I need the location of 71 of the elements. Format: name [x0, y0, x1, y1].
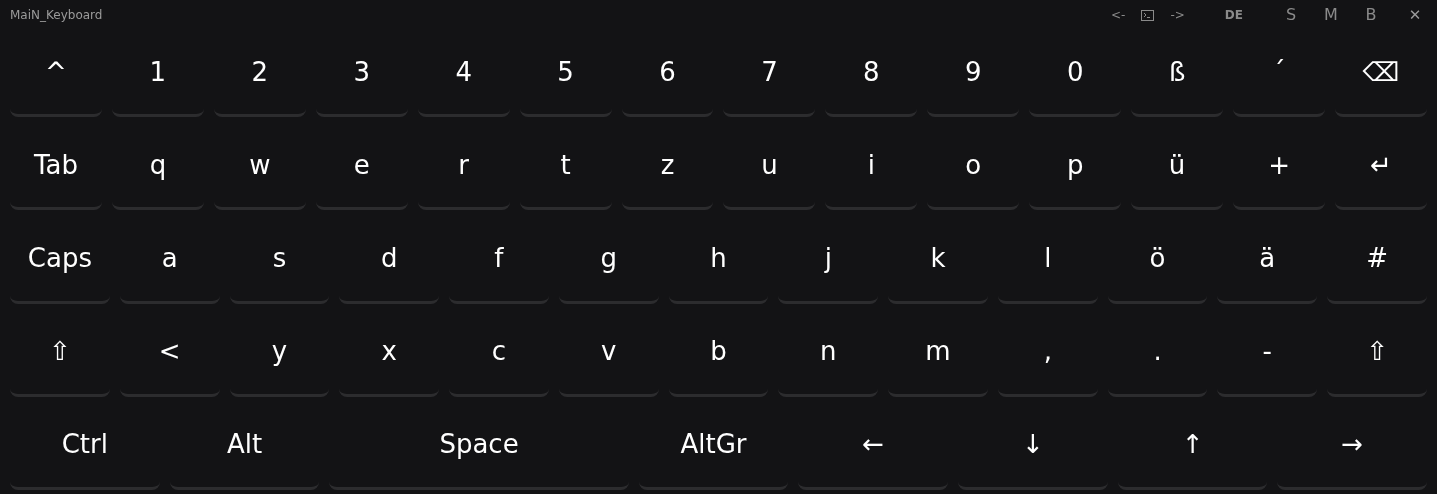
key[interactable]: 4 — [417, 30, 510, 118]
window-title: MaiN_Keyboard — [10, 7, 103, 24]
key[interactable]: v — [558, 309, 659, 397]
key[interactable]: c — [449, 309, 549, 397]
key[interactable]: y — [229, 309, 330, 397]
terminal-icon[interactable] — [1141, 9, 1155, 21]
key[interactable]: b — [668, 309, 769, 397]
toolbar-button[interactable]: S — [1271, 3, 1311, 27]
key[interactable]: , — [997, 309, 1098, 397]
key[interactable]: d — [339, 216, 440, 304]
key[interactable]: Space — [329, 402, 629, 490]
key[interactable]: n — [778, 309, 879, 397]
language-button[interactable]: DE — [1216, 6, 1251, 24]
key[interactable]: 2 — [213, 30, 306, 118]
key[interactable]: h — [668, 216, 769, 304]
key[interactable]: ⇧ — [1327, 309, 1427, 397]
key[interactable]: m — [888, 309, 988, 397]
key[interactable]: ä — [1217, 216, 1318, 304]
key[interactable]: 3 — [315, 30, 408, 118]
key[interactable]: < — [119, 309, 220, 397]
key[interactable]: + — [1233, 123, 1325, 211]
key[interactable]: Tab — [10, 123, 102, 211]
key[interactable]: # — [1327, 216, 1427, 304]
toolbar-button[interactable]: B — [1351, 3, 1391, 27]
key[interactable]: g — [558, 216, 659, 304]
key[interactable]: ß — [1131, 30, 1224, 118]
key[interactable]: 1 — [111, 30, 204, 118]
key[interactable]: u — [723, 123, 816, 211]
key[interactable]: 7 — [723, 30, 816, 118]
key[interactable]: w — [213, 123, 306, 211]
key[interactable]: e — [315, 123, 408, 211]
key[interactable]: ↑ — [1117, 402, 1268, 490]
key[interactable]: ↓ — [958, 402, 1108, 490]
key[interactable]: l — [997, 216, 1098, 304]
key[interactable]: a — [119, 216, 220, 304]
key[interactable]: x — [339, 309, 440, 397]
key[interactable]: AltGr — [638, 402, 789, 490]
key[interactable]: → — [1277, 402, 1428, 490]
key[interactable]: 6 — [621, 30, 714, 118]
key[interactable]: ⇧ — [10, 309, 110, 397]
key[interactable]: 5 — [519, 30, 612, 118]
toolbar-button[interactable]: <- — [1103, 6, 1134, 24]
key[interactable]: Alt — [169, 402, 320, 490]
key[interactable]: j — [778, 216, 879, 304]
key[interactable]: ^ — [10, 30, 102, 118]
key[interactable]: Caps — [10, 216, 110, 304]
key[interactable]: 0 — [1029, 30, 1122, 118]
key[interactable]: ´ — [1233, 30, 1325, 118]
key[interactable]: f — [449, 216, 549, 304]
key[interactable]: ö — [1107, 216, 1208, 304]
key[interactable]: s — [229, 216, 330, 304]
key[interactable]: . — [1107, 309, 1208, 397]
key[interactable]: Ctrl — [10, 402, 160, 490]
key[interactable]: t — [519, 123, 612, 211]
key[interactable]: p — [1029, 123, 1122, 211]
close-button[interactable]: ✕ — [1395, 3, 1435, 27]
key[interactable]: o — [927, 123, 1020, 211]
key[interactable]: ← — [798, 402, 948, 490]
key[interactable]: r — [417, 123, 510, 211]
toolbar-button[interactable]: -> — [1162, 6, 1193, 24]
key[interactable]: ↵ — [1335, 123, 1427, 211]
key[interactable]: k — [888, 216, 988, 304]
toolbar-button[interactable]: M — [1311, 3, 1351, 27]
key[interactable]: 8 — [825, 30, 918, 118]
key[interactable]: ⌫ — [1335, 30, 1427, 118]
key[interactable]: i — [825, 123, 918, 211]
key[interactable]: 9 — [927, 30, 1020, 118]
key[interactable]: - — [1217, 309, 1318, 397]
key[interactable]: z — [621, 123, 714, 211]
key[interactable]: ü — [1131, 123, 1224, 211]
key[interactable]: q — [111, 123, 204, 211]
